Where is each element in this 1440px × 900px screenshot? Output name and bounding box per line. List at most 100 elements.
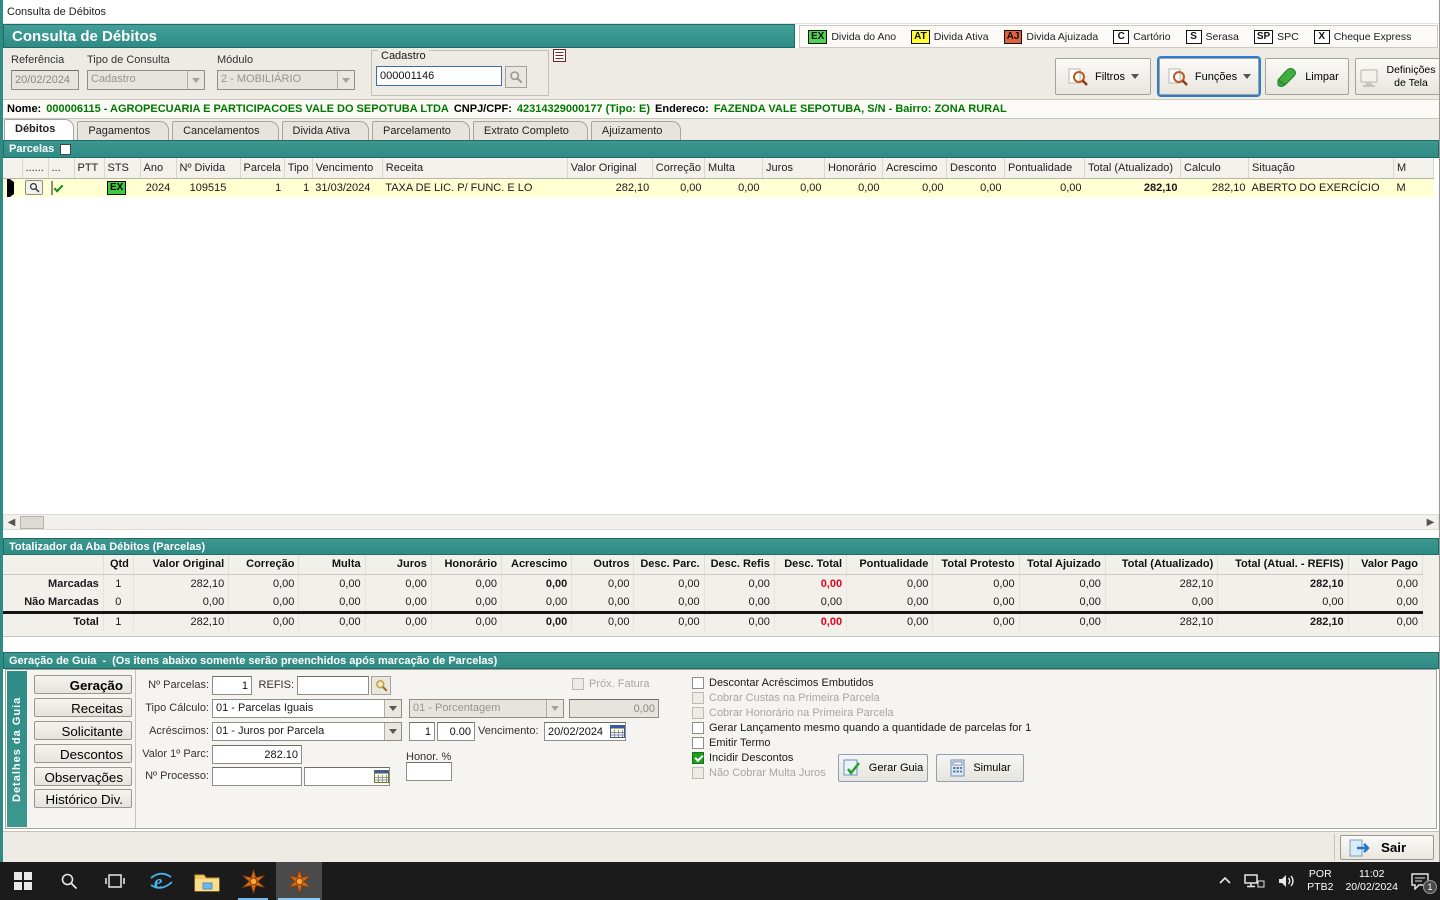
- refis-search-button[interactable]: [371, 676, 391, 695]
- detalhes-da-guia-tab[interactable]: Detalhes da Guia: [7, 671, 27, 827]
- language-indicator[interactable]: PORPTB2: [1307, 868, 1333, 894]
- network-icon[interactable]: [1244, 873, 1265, 889]
- referencia-field: Referência: [11, 54, 79, 90]
- taskbar-search-button[interactable]: [46, 862, 92, 900]
- column-header-c0: [3, 158, 22, 178]
- honor-input[interactable]: [406, 762, 452, 781]
- checkbox-label: Gerar Lançamento mesmo quando a quantida…: [709, 722, 1031, 734]
- parcelas-section-bar: Parcelas: [3, 140, 1439, 158]
- tipo-calculo-select[interactable]: 01 - Parcelas Iguais: [212, 699, 402, 718]
- legend-label: SPC: [1277, 31, 1299, 43]
- checkbox-gerar-lancamento-mesmo-quando-a-quantidade-de-parcelas-for-1[interactable]: Gerar Lançamento mesmo quando a quantida…: [692, 722, 1031, 734]
- total-cell: 0,00: [933, 612, 1019, 631]
- scrollbar-thumb[interactable]: [20, 516, 44, 529]
- app-taskbar-button-2-active[interactable]: [276, 862, 322, 900]
- cell-tipo: 1: [284, 178, 312, 197]
- gerar-guia-button[interactable]: Gerar Guia: [838, 754, 928, 782]
- scroll-left-button[interactable]: ◀: [4, 516, 19, 529]
- checkbox-incidir-descontos[interactable]: Incidir Descontos: [692, 752, 793, 764]
- filtros-button[interactable]: Filtros: [1055, 58, 1151, 95]
- total-column-honorario: Honorário: [431, 555, 501, 574]
- total-cell: 0,00: [847, 593, 933, 612]
- tab-parcelamento[interactable]: Parcelamento: [372, 121, 470, 140]
- cadastro-search-button[interactable]: [505, 66, 527, 88]
- scroll-right-button[interactable]: ▶: [1423, 516, 1438, 529]
- legend-badge-x: X: [1314, 30, 1330, 44]
- refis-input[interactable]: [297, 676, 369, 695]
- tab-divida-ativa[interactable]: Divida Ativa: [282, 121, 369, 140]
- internet-explorer-button[interactable]: e: [138, 862, 184, 900]
- funcoes-button[interactable]: Funções: [1159, 58, 1259, 95]
- parcelas-select-all-checkbox[interactable]: [60, 144, 71, 155]
- processo-input[interactable]: [212, 767, 302, 786]
- simular-button[interactable]: Simular: [936, 754, 1024, 782]
- cell-desconto: 0,00: [947, 178, 1005, 197]
- cell-m: M: [1394, 178, 1434, 197]
- porcentagem-pct-input[interactable]: [569, 699, 659, 718]
- guia-menu-receitas[interactable]: Receitas: [34, 698, 132, 717]
- cell-correcao: 0,00: [652, 178, 704, 197]
- row-selector: [3, 178, 22, 197]
- checkbox-emitir-termo[interactable]: Emitir Termo: [692, 737, 771, 749]
- action-center-button[interactable]: 1: [1410, 872, 1430, 890]
- total-cell: 0,00: [365, 574, 431, 593]
- cnpj-label: CNPJ/CPF:: [454, 103, 512, 115]
- guia-menu-geracao[interactable]: Geração: [34, 675, 132, 694]
- tab-bar: DébitosPagamentosCancelamentosDivida Ati…: [3, 119, 1439, 140]
- table-row[interactable]: EX20241095151131/03/2024TAXA DE LIC. P/ …: [3, 178, 1434, 197]
- cell-honorario: 0,00: [825, 178, 883, 197]
- status-bar: Sair: [3, 831, 1439, 862]
- valor-parc-input[interactable]: [212, 745, 302, 764]
- row-checkbox[interactable]: [51, 181, 53, 195]
- modulo-select[interactable]: 2 - MOBILIÁRIO: [217, 70, 355, 90]
- tipo-consulta-select[interactable]: Cadastro: [87, 70, 205, 90]
- referencia-label: Referência: [11, 54, 79, 66]
- tab-pagamentos[interactable]: Pagamentos: [77, 121, 169, 140]
- guia-menu-descontos[interactable]: Descontos: [34, 744, 132, 763]
- task-view-button[interactable]: [92, 862, 138, 900]
- tab-extrato-completo[interactable]: Extrato Completo: [473, 121, 588, 140]
- valor-parc-label: Valor 1º Parc:: [137, 745, 209, 760]
- column-header-sts: STS: [104, 158, 140, 178]
- app-taskbar-button-1[interactable]: [230, 862, 276, 900]
- prox-fatura-checkbox[interactable]: Próx. Fatura: [572, 678, 650, 690]
- n-parcelas-input[interactable]: [212, 676, 252, 695]
- search-icon: [509, 70, 523, 84]
- total-cell: 0,00: [1348, 612, 1422, 631]
- taskbar: e PORPTB2 11:0220/02/2024 1: [0, 862, 1440, 900]
- referencia-input[interactable]: [11, 70, 79, 90]
- acrescimos-select[interactable]: 01 - Juros por Parcela: [212, 722, 402, 741]
- tab-ajuizamento[interactable]: Ajuizamento: [591, 121, 682, 140]
- calendar-icon[interactable]: [374, 768, 389, 784]
- total-cell: 0,00: [229, 593, 299, 612]
- legend-badge-c: C: [1113, 30, 1129, 44]
- horizontal-scrollbar[interactable]: ◀ ▶: [3, 514, 1439, 530]
- definicoes-tela-button[interactable]: Definiçõesde Tela: [1355, 58, 1440, 95]
- calendar-icon[interactable]: [610, 723, 625, 739]
- checkbox-icon: [692, 752, 704, 764]
- tab-cancelamentos[interactable]: Cancelamentos: [172, 121, 278, 140]
- row-magnifier-button[interactable]: [25, 180, 43, 195]
- acrescimo-juros-input[interactable]: [437, 722, 475, 741]
- total-cell: 282,10: [1218, 612, 1348, 631]
- total-row-label: Total: [3, 612, 103, 631]
- tab-debitos[interactable]: Débitos: [4, 119, 74, 140]
- limpar-button[interactable]: Limpar: [1265, 58, 1349, 95]
- porcentagem-select[interactable]: 01 - Porcentagem: [409, 699, 564, 718]
- start-button[interactable]: [0, 862, 46, 900]
- total-column-valor-pago: Valor Pago: [1348, 555, 1422, 574]
- guia-menu-historico-div[interactable]: Histórico Div.: [34, 789, 132, 808]
- sair-button[interactable]: Sair: [1340, 835, 1434, 860]
- checkbox-descontar-acrescimos-embutidos[interactable]: Descontar Acréscimos Embutidos: [692, 677, 873, 689]
- cadastro-input[interactable]: [376, 66, 502, 86]
- guia-menu-solicitante[interactable]: Solicitante: [34, 721, 132, 740]
- acrescimo-qtd-input[interactable]: [409, 722, 435, 741]
- total-column-acrescimo: Acrescimo: [502, 555, 572, 574]
- list-icon[interactable]: [553, 49, 566, 62]
- guia-menu-observacoes[interactable]: Observações: [34, 767, 132, 786]
- speaker-icon[interactable]: [1277, 873, 1295, 889]
- clock[interactable]: 11:0220/02/2024: [1345, 868, 1398, 894]
- file-explorer-button[interactable]: [184, 862, 230, 900]
- total-cell: 0: [103, 593, 133, 612]
- tray-expand-chevron[interactable]: [1218, 876, 1232, 886]
